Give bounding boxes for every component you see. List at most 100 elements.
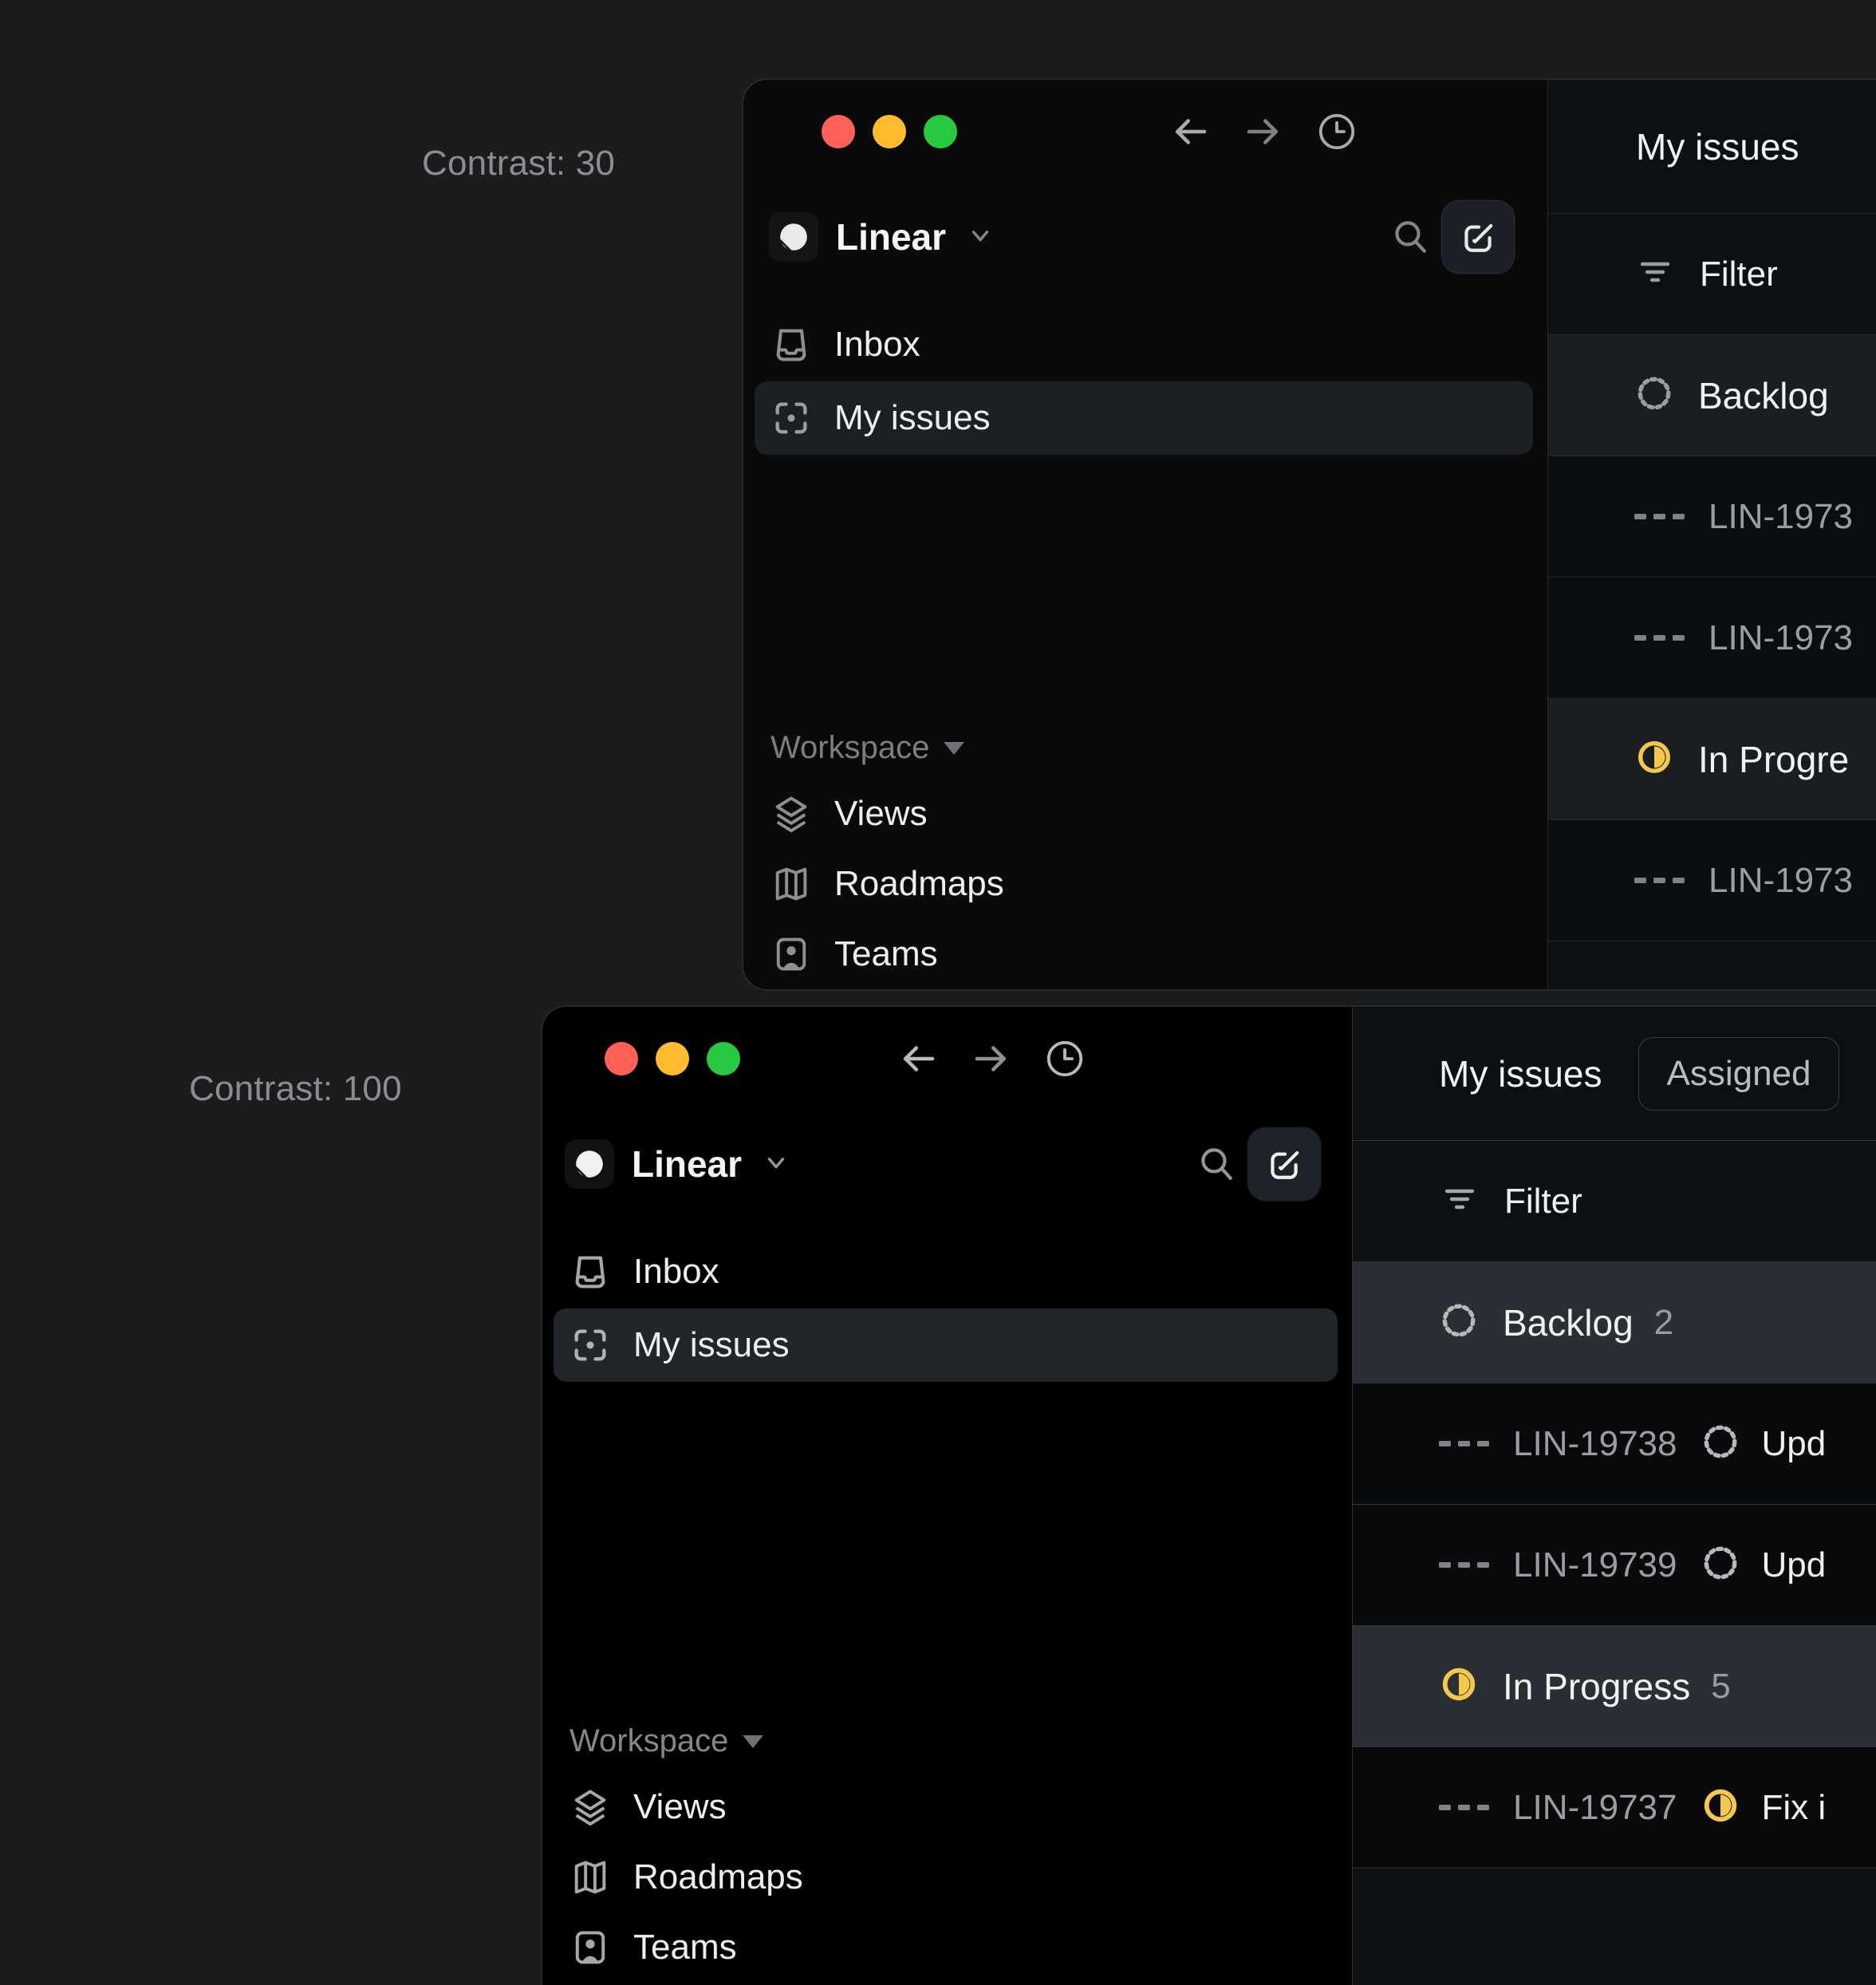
filter-icon — [1440, 1180, 1479, 1222]
minimize-button[interactable] — [656, 1042, 689, 1075]
issue-key: LIN-19738 — [1513, 1423, 1677, 1463]
search-icon[interactable] — [1389, 215, 1429, 259]
workspace-name: Linear — [836, 216, 947, 258]
traffic-lights-high — [605, 1042, 740, 1075]
table-row[interactable]: LIN-19738 Upd — [1353, 1383, 1876, 1505]
backlog-circle-icon — [1701, 1543, 1740, 1587]
close-button[interactable] — [605, 1042, 638, 1075]
sidebar-low: Linear Inbox My issues Workspace Views R… — [743, 80, 1547, 989]
inbox-icon — [570, 1251, 611, 1292]
sidebar-item-views[interactable]: Views — [554, 1772, 1338, 1842]
section-header-workspace[interactable]: Workspace — [770, 730, 1547, 766]
issue-key: LIN-19739 — [1513, 1545, 1677, 1584]
group-label: In Progre — [1698, 738, 1850, 780]
in-progress-icon — [1701, 1786, 1740, 1829]
priority-no-icon — [1634, 514, 1685, 519]
issues-panel-high: My issues Assigned Filter Backlog 2 LIN-… — [1352, 1007, 1876, 1985]
maximize-button[interactable] — [707, 1042, 740, 1075]
app-window-low-contrast: Linear Inbox My issues Workspace Views R… — [743, 80, 1876, 989]
tab-assigned[interactable]: Assigned — [1638, 1036, 1839, 1111]
table-row[interactable]: LIN-1973 — [1548, 578, 1876, 699]
sidebar-item-teams[interactable]: Teams — [755, 919, 1533, 989]
map-icon — [570, 1857, 611, 1898]
workspace-header-low[interactable]: Linear — [743, 193, 1547, 281]
arrow-right-icon[interactable] — [970, 1037, 1013, 1080]
section-items-workspace: Views Roadmaps Teams — [542, 1772, 1352, 1983]
nav-list-low: Inbox My issues — [743, 308, 1547, 684]
nav-list-high: Inbox My issues — [542, 1235, 1352, 1677]
chevron-down-icon[interactable] — [763, 1149, 790, 1180]
group-count: 5 — [1711, 1666, 1731, 1706]
app-window-high-contrast: Linear Inbox My issues Workspace Views R… — [542, 1007, 1876, 1985]
table-row[interactable]: LIN-1973 — [1548, 456, 1876, 578]
table-row[interactable]: LIN-19739 Upd — [1353, 1505, 1876, 1626]
map-icon — [770, 863, 812, 905]
sidebar-item-views[interactable]: Views — [755, 779, 1533, 849]
titlebar-low — [743, 80, 1547, 184]
section-label: Workspace — [570, 1723, 729, 1758]
linear-logo-icon — [565, 1139, 614, 1189]
sidebar-item-inbox[interactable]: Inbox — [554, 1235, 1338, 1308]
panel-header-low: My issues — [1548, 80, 1876, 214]
sidebar-item-inbox[interactable]: Inbox — [755, 308, 1533, 381]
sidebar-item-label: Roadmaps — [834, 864, 1004, 903]
section-header-workspace[interactable]: Workspace — [570, 1723, 1352, 1759]
filter-label: Filter — [1504, 1181, 1582, 1221]
filter-label: Filter — [1700, 254, 1778, 294]
issue-title: Upd — [1761, 1545, 1827, 1584]
teams-icon — [570, 1927, 611, 1968]
issue-group-backlog[interactable]: Backlog — [1548, 335, 1876, 456]
screenshot-stage: Contrast: 30 Contrast: 100 Linear Inbox … — [0, 0, 1876, 1985]
sidebar-item-my-issues[interactable]: My issues — [554, 1308, 1338, 1382]
issue-key: LIN-19737 — [1513, 1787, 1677, 1827]
sidebar-item-my-issues[interactable]: My issues — [755, 381, 1533, 455]
priority-no-icon — [1439, 1441, 1489, 1446]
priority-no-icon — [1439, 1805, 1489, 1810]
group-label: In Progress — [1503, 1665, 1691, 1707]
layers-icon — [570, 1786, 611, 1828]
sidebar-item-roadmaps[interactable]: Roadmaps — [554, 1842, 1338, 1912]
close-button[interactable] — [822, 115, 855, 148]
issue-group-backlog[interactable]: Backlog 2 — [1353, 1262, 1876, 1383]
arrow-left-icon[interactable] — [897, 1037, 940, 1080]
sidebar-item-roadmaps[interactable]: Roadmaps — [755, 849, 1533, 919]
sidebar-item-label: Views — [633, 1787, 727, 1826]
in-progress-icon — [1634, 737, 1674, 781]
compose-button[interactable] — [1442, 201, 1514, 273]
section-label: Workspace — [770, 730, 930, 765]
backlog-circle-icon — [1701, 1422, 1740, 1466]
filter-button-low[interactable]: Filter — [1548, 214, 1876, 335]
contrast-label-low: Contrast: 30 — [422, 144, 616, 183]
table-row[interactable]: LIN-1973 — [1548, 820, 1876, 941]
arrow-right-icon[interactable] — [1242, 110, 1285, 153]
priority-no-icon — [1439, 1562, 1489, 1568]
maximize-button[interactable] — [924, 115, 957, 148]
minimize-button[interactable] — [873, 115, 906, 148]
backlog-circle-icon — [1634, 373, 1674, 417]
triangle-down-icon — [944, 741, 965, 755]
clock-icon[interactable] — [1315, 110, 1358, 153]
chevron-down-icon[interactable] — [967, 222, 994, 253]
group-label: Backlog — [1503, 1301, 1634, 1344]
group-count: 2 — [1653, 1302, 1674, 1342]
inbox-icon — [770, 324, 812, 365]
issue-group-in-progress[interactable]: In Progress 5 — [1353, 1626, 1876, 1747]
search-icon[interactable] — [1196, 1142, 1236, 1186]
workspace-header-high[interactable]: Linear — [542, 1120, 1352, 1208]
group-label: Backlog — [1698, 374, 1829, 416]
issue-group-in-progress[interactable]: In Progre — [1548, 699, 1876, 820]
sidebar-item-teams[interactable]: Teams — [554, 1912, 1338, 1983]
issue-title: Upd — [1761, 1423, 1827, 1463]
clock-icon[interactable] — [1043, 1037, 1086, 1080]
sidebar-item-label: Roadmaps — [633, 1857, 803, 1896]
filter-button-high[interactable]: Filter — [1353, 1141, 1876, 1262]
nav-controls-high — [897, 1037, 1086, 1080]
traffic-lights-low — [822, 115, 957, 148]
issue-key: LIN-1973 — [1708, 618, 1854, 657]
panel-header-high: My issues Assigned — [1353, 1007, 1876, 1141]
compose-button[interactable] — [1248, 1128, 1320, 1200]
issues-panel-low: My issues Filter Backlog LIN-1973 LIN-19… — [1547, 80, 1876, 989]
sidebar-item-label: Inbox — [633, 1252, 719, 1291]
arrow-left-icon[interactable] — [1169, 110, 1212, 153]
table-row[interactable]: LIN-19737 Fix i — [1353, 1747, 1876, 1869]
